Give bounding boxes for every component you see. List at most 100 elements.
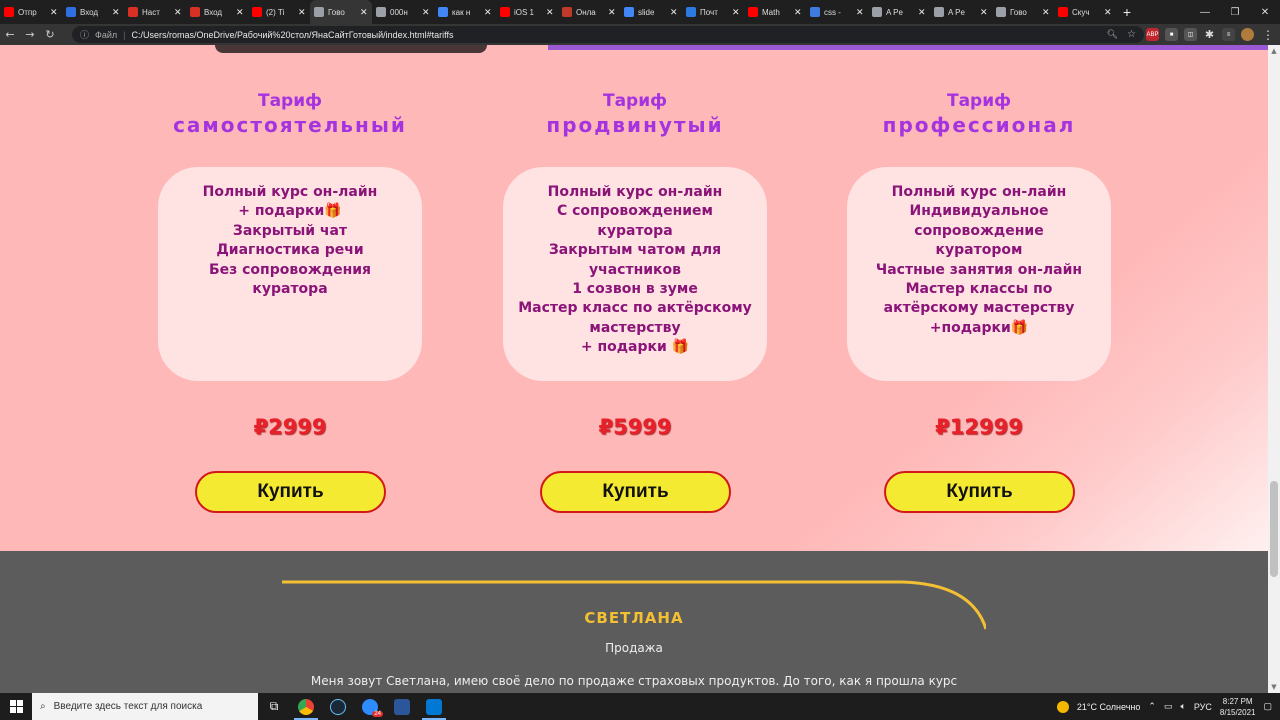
browser-tab[interactable]: slide ✕: [620, 0, 682, 24]
buy-button[interactable]: Купить: [195, 471, 386, 513]
camera-extension-icon[interactable]: ■: [1165, 28, 1178, 41]
feature-item: Полный курс он-лайн: [891, 184, 1067, 200]
browser-tab[interactable]: iOS 1 ✕: [496, 0, 558, 24]
tab-close-icon[interactable]: ✕: [50, 7, 58, 18]
profile-avatar[interactable]: [1241, 28, 1254, 41]
browser-tab[interactable]: Вход ✕: [186, 0, 248, 24]
browser-tab[interactable]: A Pe ✕: [868, 0, 930, 24]
clock[interactable]: 8:27 PM 8/15/2021: [1220, 696, 1256, 718]
bookmark-star-icon[interactable]: ☆: [1127, 29, 1136, 40]
tray-chevron-icon[interactable]: ⌃: [1148, 701, 1156, 712]
browser-tab[interactable]: 000н ✕: [372, 0, 434, 24]
tab-close-icon[interactable]: ✕: [174, 7, 182, 18]
browser-tab[interactable]: css - ✕: [806, 0, 868, 24]
network-icon[interactable]: ▭: [1164, 701, 1173, 712]
tab-close-icon[interactable]: ✕: [1104, 7, 1112, 18]
tab-close-icon[interactable]: ✕: [360, 7, 368, 18]
scroll-up-arrow-icon[interactable]: ▲: [1268, 45, 1280, 57]
close-window-icon[interactable]: ✕: [1250, 7, 1280, 18]
task-view-icon[interactable]: ⧉: [258, 693, 290, 720]
minimize-window-icon[interactable]: —: [1190, 7, 1220, 18]
feature-item: Закрытым чатом для: [548, 242, 722, 259]
clock-time: 8:27 PM: [1222, 696, 1253, 706]
tab-close-icon[interactable]: ✕: [1042, 7, 1050, 18]
browser-tab[interactable]: Отпр ✕: [0, 0, 62, 24]
browser-tab[interactable]: Онла ✕: [558, 0, 620, 24]
tab-close-icon[interactable]: ✕: [608, 7, 616, 18]
tab-close-icon[interactable]: ✕: [298, 7, 306, 18]
tab-close-icon[interactable]: ✕: [670, 7, 678, 18]
page-scrollbar[interactable]: ▲ ▼: [1268, 45, 1280, 693]
vscode-taskbar-icon[interactable]: [418, 693, 450, 720]
tab-close-icon[interactable]: ✕: [856, 7, 864, 18]
tab-close-icon[interactable]: ✕: [546, 7, 554, 18]
tab-favicon-icon: [4, 7, 14, 17]
browser-tab[interactable]: Скуч ✕: [1054, 0, 1116, 24]
tab-favicon-icon: [996, 7, 1006, 17]
system-tray: 21°C Солнечно ⌃ ▭ 🔈︎ РУС 8:27 PM 8/15/20…: [1056, 693, 1280, 720]
tab-close-icon[interactable]: ✕: [236, 7, 244, 18]
browser-tab[interactable]: как н ✕: [434, 0, 496, 24]
word-taskbar-icon[interactable]: [386, 693, 418, 720]
feature-item: сопровождение: [914, 222, 1044, 239]
notifications-icon[interactable]: ▢: [1263, 701, 1272, 712]
tab-favicon-icon: [128, 7, 138, 17]
back-arrow-icon[interactable]: ←: [0, 28, 20, 41]
window-controls: — ❐ ✕: [1190, 0, 1280, 24]
tab-close-icon[interactable]: ✕: [980, 7, 988, 18]
browser-tab[interactable]: Почт ✕: [682, 0, 744, 24]
feature-item: Полный курс он-лайн: [202, 184, 378, 200]
tab-close-icon[interactable]: ✕: [484, 7, 492, 18]
tab-close-icon[interactable]: ✕: [918, 7, 926, 18]
address-bar[interactable]: ⓘ Файл | C:/Users/romas/OneDrive/Рабочий…: [72, 26, 1144, 43]
info-icon[interactable]: ⓘ: [80, 28, 89, 41]
browser-tab[interactable]: (2) Ti ✕: [248, 0, 310, 24]
steam-taskbar-icon[interactable]: [322, 693, 354, 720]
browser-tab[interactable]: Math ✕: [744, 0, 806, 24]
tariff-card: Полный курс он-лайн С сопровождением кур…: [503, 167, 767, 381]
tab-close-icon[interactable]: ✕: [112, 7, 120, 18]
scroll-down-arrow-icon[interactable]: ▼: [1268, 681, 1280, 693]
screenshot-extension-icon[interactable]: ◫: [1184, 28, 1197, 41]
tab-title: Скуч: [1072, 7, 1090, 17]
new-tab-button[interactable]: +: [1116, 4, 1138, 20]
feature-item: + подарки 🎁: [580, 339, 690, 356]
browser-tab[interactable]: Наст ✕: [124, 0, 186, 24]
adblock-extension-icon[interactable]: ABP: [1146, 28, 1159, 41]
restore-window-icon[interactable]: ❐: [1220, 7, 1250, 18]
reload-icon[interactable]: ↻: [40, 28, 60, 41]
tab-close-icon[interactable]: ✕: [794, 7, 802, 18]
browser-tab[interactable]: Гово ✕: [310, 0, 372, 24]
tab-favicon-icon: [810, 7, 820, 17]
browser-menu-icon[interactable]: ⋮: [1262, 24, 1274, 45]
start-button[interactable]: [0, 693, 32, 720]
forward-arrow-icon[interactable]: →: [20, 28, 40, 41]
zoom-icon[interactable]: 🔍︎: [1107, 29, 1118, 40]
app-taskbar-icon[interactable]: 24: [354, 693, 386, 720]
browser-tab[interactable]: A Pe ✕: [930, 0, 992, 24]
tab-title: Почт: [700, 7, 718, 17]
chrome-taskbar-icon[interactable]: [290, 693, 322, 720]
buy-button[interactable]: Купить: [884, 471, 1075, 513]
tab-favicon-icon: [562, 7, 572, 17]
language-indicator[interactable]: РУС: [1194, 702, 1212, 712]
buy-button[interactable]: Купить: [540, 471, 731, 513]
url-text[interactable]: C:/Users/romas/OneDrive/Рабочий%20стол/Я…: [132, 30, 454, 40]
taskbar-search-input[interactable]: ⌕ Введите здесь текст для поиска: [32, 693, 258, 720]
tab-close-icon[interactable]: ✕: [732, 7, 740, 18]
volume-icon[interactable]: 🔈︎: [1180, 701, 1185, 712]
feature-item: Мастер классы по: [905, 281, 1053, 298]
tab-title: как н: [452, 7, 471, 17]
browser-tab[interactable]: Гово ✕: [992, 0, 1054, 24]
scrollbar-thumb[interactable]: [1270, 481, 1278, 577]
tab-list: Отпр ✕ Вход ✕ Наст ✕ Вход ✕ (2) Ti ✕ Гово ✕ 000н ✕ как…: [0, 0, 1116, 24]
reviews-section: СВЕТЛАНА Продажа Меня зовут Светлана, им…: [0, 551, 1268, 693]
page-viewport: Тариф самостоятельный Полный курс он-лай…: [0, 45, 1268, 693]
extensions-puzzle-icon[interactable]: ✱: [1203, 28, 1216, 41]
feature-item: Индивидуальное: [909, 203, 1049, 220]
weather-text[interactable]: 21°C Солнечно: [1077, 702, 1141, 712]
tab-close-icon[interactable]: ✕: [422, 7, 430, 18]
reading-list-icon[interactable]: ≡: [1222, 28, 1235, 41]
browser-tab[interactable]: Вход ✕: [62, 0, 124, 24]
url-scheme-label: Файл: [95, 29, 118, 40]
